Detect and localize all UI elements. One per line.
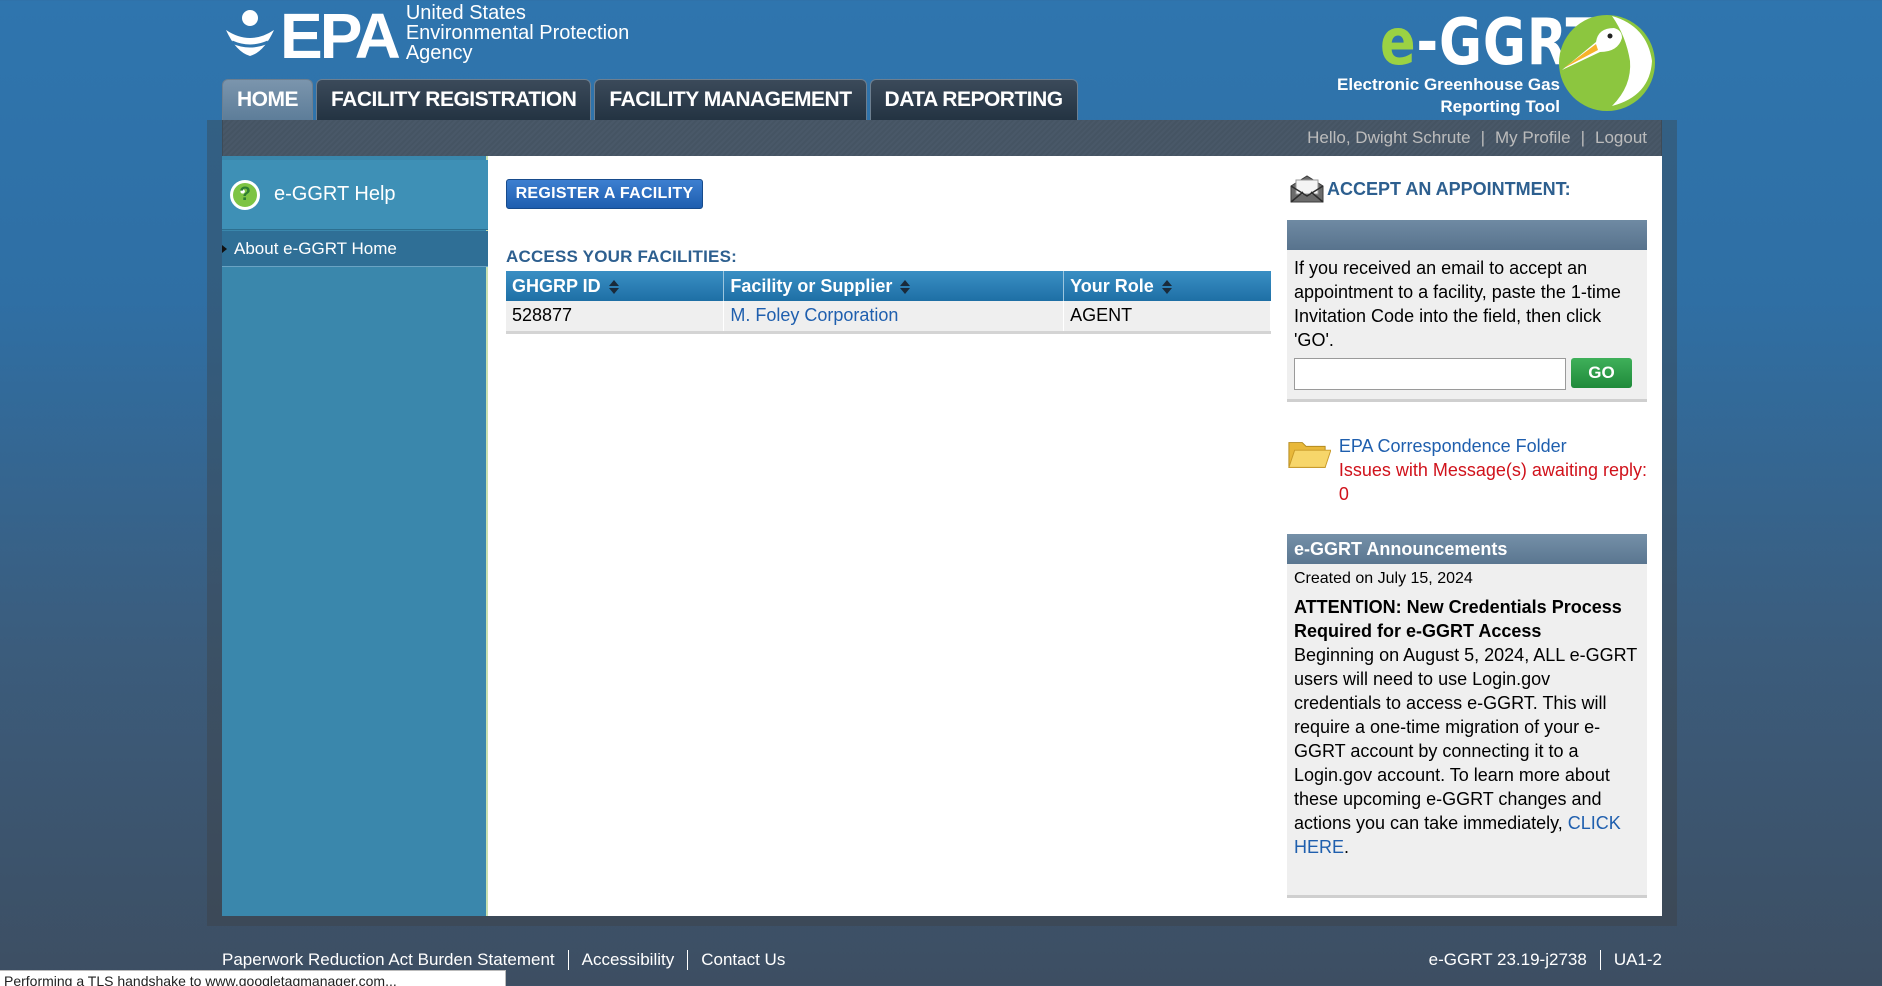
table-row: 528877 M. Foley Corporation AGENT: [506, 301, 1271, 334]
announcement-period: .: [1344, 837, 1350, 857]
epa-sub-line-1: United States: [405, 2, 526, 24]
main-nav: HOME FACILITY REGISTRATION FACILITY MANA…: [222, 79, 1078, 120]
tab-home[interactable]: HOME: [222, 79, 313, 120]
tab-facility-management[interactable]: FACILITY MANAGEMENT: [594, 79, 867, 120]
folder-icon: [1288, 442, 1331, 468]
correspondence-section: EPA Correspondence Folder Issues with Me…: [1287, 434, 1647, 506]
epa-sub-line-3: Agency: [405, 42, 473, 64]
help-label: e-GGRT Help: [274, 183, 396, 205]
epa-logo[interactable]: EPA United States Environmental Protecti…: [222, 0, 629, 72]
footer: Paperwork Reduction Act Burden Statement…: [222, 948, 1662, 972]
eggrt-tagline-line-2: Reporting Tool: [1440, 97, 1560, 116]
announcements-header: e-GGRT Announcements: [1287, 534, 1647, 564]
correspondence-text: EPA Correspondence Folder Issues with Me…: [1339, 434, 1647, 506]
cell-role: AGENT: [1063, 301, 1271, 334]
column-label: Facility or Supplier: [730, 275, 893, 296]
footer-divider: [567, 950, 569, 970]
eggrt-tagline: Electronic Greenhouse Gas Reporting Tool: [1324, 74, 1560, 118]
correspondence-folder-link[interactable]: EPA Correspondence Folder: [1339, 434, 1647, 458]
site-header: EPA United States Environmental Protecti…: [0, 0, 1882, 156]
column-header-facility[interactable]: Facility or Supplier: [723, 271, 1065, 301]
correspondence-issues: Issues with Message(s) awaiting reply: 0: [1338, 460, 1647, 504]
announcements-box: Created on July 15, 2024 ATTENTION: New …: [1287, 564, 1647, 898]
facilities-title: ACCESS YOUR FACILITIES:: [506, 247, 737, 266]
announcement-date: Created on July 15, 2024: [1294, 570, 1473, 587]
help-header[interactable]: ? e-GGRT Help: [222, 160, 488, 230]
sort-icon: [900, 279, 911, 294]
announcement-title: ATTENTION: New Credentials Process Requi…: [1294, 597, 1622, 641]
eggrt-tagline-line-1: Electronic Greenhouse Gas: [1337, 75, 1560, 94]
cell-facility: M. Foley Corporation: [723, 301, 1065, 334]
facility-link[interactable]: M. Foley Corporation: [730, 305, 898, 325]
tab-data-reporting[interactable]: DATA REPORTING: [869, 79, 1078, 120]
sidebar-item-about[interactable]: About e-GGRT Home: [222, 231, 488, 267]
appointment-instructions: If you received an email to accept an ap…: [1294, 258, 1621, 350]
invitation-code-input[interactable]: [1294, 358, 1566, 390]
tab-facility-registration[interactable]: FACILITY REGISTRATION: [316, 79, 592, 120]
table-header-row: GHGRP ID Facility or Supplier Your Role: [506, 271, 1271, 301]
envelope-icon: [1290, 175, 1324, 203]
egret-bird-icon: [1559, 15, 1655, 111]
column-label: Your Role: [1070, 275, 1154, 296]
browser-status-bar: Performing a TLS handshake to www.google…: [0, 970, 506, 986]
contact-us-link[interactable]: Contact Us: [701, 950, 785, 970]
version-text: e-GGRT 23.19-j2738: [1428, 950, 1587, 969]
help-icon: ?: [230, 179, 260, 210]
epa-sub-line-2: Environmental Protection: [405, 22, 630, 44]
appointment-box: If you received an email to accept an ap…: [1287, 250, 1647, 402]
sort-icon: [608, 279, 619, 294]
column-header-role[interactable]: Your Role: [1063, 271, 1271, 301]
go-button[interactable]: GO: [1571, 358, 1632, 388]
epa-wordmark: EPA: [280, 0, 401, 72]
sidebar: ? e-GGRT Help About e-GGRT Home: [222, 156, 488, 916]
footer-divider: [687, 950, 689, 970]
paperwork-link[interactable]: Paperwork Reduction Act Burden Statement: [222, 950, 555, 970]
appointment-title: ACCEPT AN APPOINTMENT:: [1327, 178, 1571, 199]
column-label: GHGRP ID: [512, 275, 601, 296]
register-facility-button[interactable]: REGISTER A FACILITY: [506, 179, 703, 209]
server-text: UA1-2: [1613, 950, 1662, 969]
epa-subtitle: United States Environmental Protection A…: [406, 3, 629, 63]
footer-divider: [1599, 950, 1601, 970]
main-panel: ? e-GGRT Help About e-GGRT Home REGISTER…: [222, 156, 1662, 916]
announcement-body: Beginning on August 5, 2024, ALL e-GGRT …: [1294, 643, 1640, 859]
accessibility-link[interactable]: Accessibility: [582, 950, 675, 970]
cell-ghgrp-id: 528877: [506, 301, 725, 334]
eggrt-wordmark-e: e: [1380, 6, 1417, 80]
column-header-ghgrp-id[interactable]: GHGRP ID: [506, 271, 725, 301]
announcement-text: Beginning on August 5, 2024, ALL e-GGRT …: [1294, 645, 1637, 833]
epa-flower-icon: [226, 10, 274, 56]
eggrt-logo[interactable]: e-GGRT Electronic Greenhouse Gas Reporti…: [1320, 4, 1670, 119]
appointment-header: ACCEPT AN APPOINTMENT:: [1289, 174, 1571, 204]
facilities-table: GHGRP ID Facility or Supplier Your Role …: [506, 271, 1271, 334]
footer-version: e-GGRT 23.19-j2738 UA1-2: [1429, 950, 1662, 970]
sort-icon: [1161, 279, 1172, 294]
appointment-bar: [1287, 220, 1647, 250]
